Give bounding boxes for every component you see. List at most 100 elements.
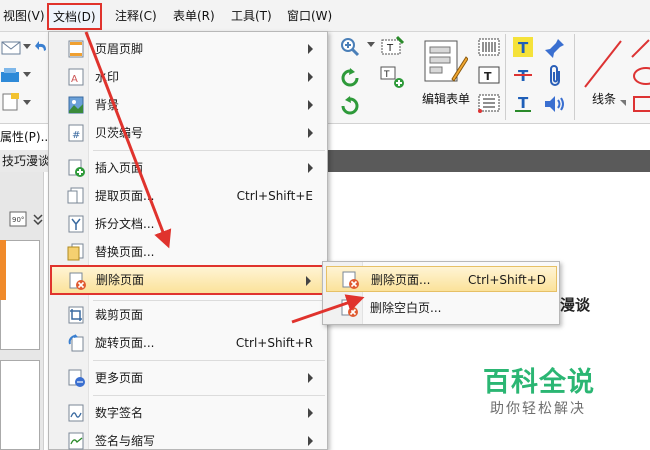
submenu-item-delete-blank-pages[interactable]: 删除空白页...: [326, 295, 557, 321]
menu-item-label: 背景: [95, 98, 120, 112]
text-field-icon[interactable]: T: [378, 34, 406, 60]
strikeout-text-icon[interactable]: T: [512, 64, 534, 86]
edit-form-label[interactable]: 编辑表单: [422, 90, 470, 107]
menu-item-watermark[interactable]: A 水印: [51, 64, 325, 90]
dropdown-arrow-icon-4[interactable]: [366, 40, 376, 50]
dropdown-arrow-icon-3[interactable]: [22, 98, 32, 108]
highlight-text-icon[interactable]: T: [512, 36, 534, 58]
zoom-in-icon[interactable]: [338, 36, 362, 58]
menu-bar: 视图(V) 文档(D) 注释(C) 表单(R) 工具(T) 窗口(W): [0, 0, 650, 32]
menu-item-background[interactable]: 背景: [51, 92, 325, 118]
dropdown-arrow-icon-5[interactable]: [618, 98, 628, 108]
menu-item-extract-pages[interactable]: 提取页面... Ctrl+Shift+E: [51, 183, 325, 209]
menu-item-insert-pages[interactable]: 插入页面: [51, 155, 325, 181]
menu-item-delete-pages[interactable]: 删除页面: [50, 265, 325, 295]
menu-item-label: 页眉页脚: [95, 42, 144, 56]
menu-item-shortcut: Ctrl+Shift+E: [236, 189, 313, 203]
menu-form[interactable]: 表单(R): [170, 6, 218, 26]
menu-item-label: 签名与缩写: [95, 434, 156, 448]
rotate-icon[interactable]: [338, 66, 362, 90]
sound-icon[interactable]: [542, 92, 568, 116]
menu-item-label: 拆分文档...: [95, 217, 155, 231]
dropdown-arrow-icon[interactable]: [22, 42, 32, 52]
thumbnail-selection-marker: [0, 240, 6, 300]
menu-item-bates-numbering[interactable]: # 贝茨编号: [51, 120, 325, 146]
menu-item-label: 数字签名: [95, 406, 144, 420]
submenu-arrow-icon: [308, 163, 313, 173]
rotate-page-icon: [67, 334, 85, 352]
attachment-icon[interactable]: [544, 64, 566, 88]
replace-page-icon: [67, 243, 85, 261]
menu-item-sign-and-initial[interactable]: 签名与缩写: [51, 428, 325, 450]
line-tool-icon[interactable]: [580, 36, 626, 92]
properties-label[interactable]: 属性(P)...: [0, 128, 52, 145]
crop-page-icon: [67, 306, 85, 324]
menu-tools[interactable]: 工具(T): [228, 6, 275, 26]
rectangle-tool-icon[interactable]: [630, 92, 650, 116]
menu-item-crop-pages[interactable]: 裁剪页面: [51, 302, 325, 328]
header-footer-icon: [67, 40, 85, 58]
menu-item-shortcut: Ctrl+Shift+R: [235, 336, 313, 350]
svg-text:T: T: [518, 39, 529, 57]
submenu-arrow-icon: [308, 436, 313, 446]
submenu-item-delete-pages[interactable]: 删除页面... Ctrl+Shift+D: [326, 266, 557, 292]
delete-page-icon: [341, 271, 359, 289]
menu-item-label: 裁剪页面: [95, 308, 144, 322]
rotate-90-icon[interactable]: 90°: [6, 208, 30, 230]
undo-icon[interactable]: [34, 36, 48, 58]
menu-item-label: 贝茨编号: [95, 126, 144, 140]
svg-text:90°: 90°: [12, 216, 24, 224]
extract-page-icon: [67, 187, 85, 205]
document-menu-dropdown: 页眉页脚 A 水印 背景 # 贝茨编号 插入页面 提取页面... Ctrl+Sh…: [48, 31, 328, 450]
document-tab-bar: [325, 150, 650, 172]
submenu-arrow-icon: [306, 276, 311, 286]
arrow-tool-icon[interactable]: [630, 36, 650, 60]
menu-item-header-footer[interactable]: 页眉页脚: [51, 36, 325, 62]
stamp-icon[interactable]: [0, 66, 22, 86]
refresh-icon[interactable]: [338, 94, 362, 118]
menu-item-rotate-pages[interactable]: 旋转页面... Ctrl+Shift+R: [51, 330, 325, 356]
digital-signature-icon: [67, 404, 85, 422]
more-chevron-icon[interactable]: [32, 210, 44, 228]
menu-item-label: 替换页面...: [95, 245, 155, 259]
note-icon[interactable]: [0, 92, 22, 112]
svg-text:T: T: [518, 94, 529, 112]
watermark-logo: 百科全说 助你轻松解决: [463, 348, 625, 426]
menu-view[interactable]: 视图(V): [0, 6, 48, 26]
delete-pages-submenu: 删除页面... Ctrl+Shift+D 删除空白页...: [322, 261, 560, 325]
menu-item-replace-pages[interactable]: 替换页面...: [51, 239, 325, 265]
page-thumbnail-2[interactable]: [0, 360, 40, 450]
text-box-field-icon[interactable]: T: [476, 64, 502, 86]
menu-comment[interactable]: 注释(C): [112, 6, 160, 26]
barcode-field-icon[interactable]: [476, 36, 502, 58]
page-thumbnail-1[interactable]: [0, 240, 40, 350]
menu-item-split-document[interactable]: 拆分文档...: [51, 211, 325, 237]
menu-window[interactable]: 窗口(W): [284, 6, 335, 26]
document-tab-title[interactable]: 技巧漫谈: [0, 150, 50, 172]
text-add-icon[interactable]: T: [378, 64, 408, 90]
submenu-item-shortcut: Ctrl+Shift+D: [468, 273, 546, 287]
watermark-subtitle: 助你轻松解决: [490, 401, 586, 417]
svg-text:#: #: [72, 130, 80, 141]
submenu-item-label: 删除空白页...: [370, 301, 442, 315]
menu-document[interactable]: 文档(D): [47, 3, 102, 30]
lines-label[interactable]: 线条: [592, 90, 616, 107]
more-pages-icon: [67, 369, 85, 387]
oval-tool-icon[interactable]: [630, 64, 650, 88]
background-icon: [67, 96, 85, 114]
delete-blank-page-icon: [340, 299, 358, 317]
menu-item-more-pages[interactable]: 更多页面: [51, 365, 325, 391]
svg-text:A: A: [71, 74, 78, 85]
sign-initial-icon: [67, 432, 85, 450]
edit-form-icon[interactable]: [420, 36, 470, 88]
dropdown-arrow-icon-2[interactable]: [22, 70, 32, 80]
email-icon[interactable]: [0, 38, 22, 58]
submenu-arrow-icon: [308, 128, 313, 138]
list-field-icon[interactable]: [476, 92, 502, 114]
pin-icon[interactable]: [542, 36, 568, 60]
underline-text-icon[interactable]: T: [512, 92, 534, 114]
menu-item-digital-signature[interactable]: 数字签名: [51, 400, 325, 426]
bates-numbering-icon: #: [67, 124, 85, 142]
document-heading: 漫谈: [560, 296, 591, 314]
submenu-arrow-icon: [308, 100, 313, 110]
